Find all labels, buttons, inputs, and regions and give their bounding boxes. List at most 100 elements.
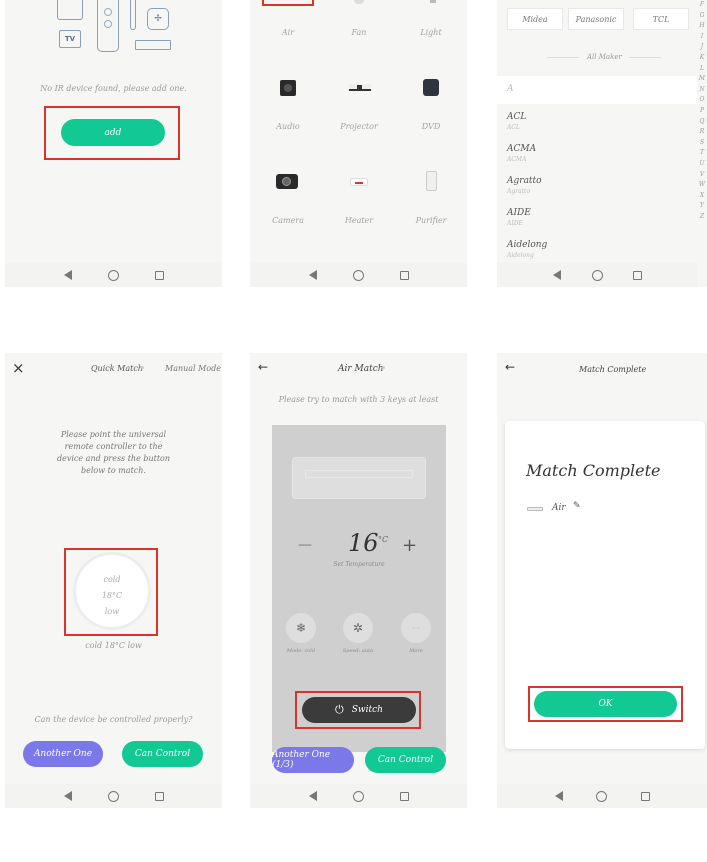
section-header: A [497, 76, 697, 104]
another-one-button[interactable]: Another One [23, 741, 103, 767]
nav-home-icon[interactable] [351, 789, 365, 803]
list-item[interactable]: Agratto Agratto [507, 176, 542, 195]
android-navbar [5, 784, 222, 808]
air-conditioner-icon [292, 457, 426, 499]
control-question: Can the device be controlled properly? [34, 715, 193, 724]
tv-icon: TV [59, 30, 81, 48]
heater-icon[interactable] [350, 178, 368, 186]
temp-minus-button[interactable]: — [298, 537, 312, 553]
circle-temp: 18°C [101, 591, 123, 600]
nav-home-icon[interactable] [106, 789, 120, 803]
nav-recent-icon[interactable] [152, 789, 166, 803]
purifier-icon[interactable] [426, 171, 437, 191]
device-label-purifier[interactable]: Purifier [401, 216, 461, 225]
list-item[interactable]: ACMA ACMA [507, 144, 536, 163]
edit-icon[interactable]: ✎ [573, 501, 581, 511]
can-control-button[interactable]: Can Control [365, 747, 446, 773]
tab-manual-mode[interactable]: Manual Mode [165, 364, 221, 373]
stick-icon [130, 0, 136, 30]
list-item[interactable]: AIDE AIDE [507, 208, 531, 227]
fan-speed-icon[interactable]: ✲ [343, 613, 373, 643]
temperature-value: 16 [348, 529, 379, 557]
nav-recent-icon[interactable] [397, 268, 411, 282]
nav-back-icon[interactable] [61, 268, 75, 282]
back-icon[interactable]: ← [258, 360, 268, 374]
nav-home-icon[interactable] [351, 268, 365, 282]
nav-back-icon[interactable] [61, 789, 75, 803]
no-device-message: No IR device found, please add one. [40, 84, 187, 93]
section-letter: A [507, 84, 514, 94]
screen-match-complete: ← Match Complete Match Complete Air ✎ OK [497, 353, 707, 808]
ok-button[interactable]: OK [534, 691, 677, 717]
switch-button[interactable]: ⏻ Switch [302, 697, 416, 723]
screen-brand-list: Midea Panasonic TCL All Maker A ACL ACL … [497, 0, 707, 287]
nav-recent-icon[interactable] [397, 789, 411, 803]
light-icon [430, 0, 436, 3]
screen-quick-match: × Quick Match Manual Mode Please point t… [5, 353, 222, 808]
speed-label: Speed: auto [342, 648, 374, 654]
tab-quick-match[interactable]: Quick Match [91, 364, 143, 373]
list-item[interactable]: ACL ACL [507, 112, 526, 131]
another-one-button[interactable]: Another One (1/3) [272, 747, 354, 773]
screen-air-match: ← Air Match Please try to match with 3 k… [250, 353, 467, 808]
device-label-light[interactable]: Light [401, 28, 461, 37]
all-maker-label: All Maker [587, 53, 622, 61]
circle-caption: cold 18°C low [85, 641, 142, 650]
back-icon[interactable]: ← [505, 360, 515, 374]
subtitle: Please try to match with 3 keys at least [278, 395, 439, 404]
mode-label: Mode: cold [286, 648, 316, 654]
nav-back-icon[interactable] [306, 789, 320, 803]
close-icon[interactable]: × [12, 359, 25, 377]
highlight-box [262, 0, 314, 6]
nav-recent-icon[interactable] [152, 268, 166, 282]
match-test-button[interactable]: cold 18°C low [73, 552, 151, 630]
temp-plus-button[interactable]: + [402, 535, 417, 556]
nav-back-icon[interactable] [550, 268, 564, 282]
device-label-camera[interactable]: Camera [258, 216, 318, 225]
card-title: Match Complete [526, 461, 661, 480]
can-control-button[interactable]: Can Control [122, 741, 203, 767]
more-icon[interactable]: ··· [401, 613, 431, 643]
nav-back-icon[interactable] [306, 268, 320, 282]
tablet-outline-icon [57, 0, 83, 20]
camera-icon[interactable] [276, 174, 298, 189]
device-label-projector[interactable]: Projector [329, 122, 389, 131]
remote-outline-icon [97, 0, 119, 52]
device-label-heater[interactable]: Heater [329, 216, 389, 225]
divider-left [547, 57, 579, 58]
nav-home-icon[interactable] [106, 268, 120, 282]
divider-right [629, 57, 661, 58]
brand-chip-midea[interactable]: Midea [507, 8, 563, 30]
list-item[interactable]: Aidelong Aidelong [507, 240, 547, 259]
dvd-icon[interactable] [423, 79, 439, 96]
brand-chip-tcl[interactable]: TCL [633, 8, 689, 30]
page-title: Match Complete [579, 365, 647, 374]
device-label-air[interactable]: Air [258, 28, 318, 37]
nav-recent-icon[interactable] [630, 268, 644, 282]
temperature-unit: °C [378, 535, 389, 544]
set-temperature-label: Set Temperature [333, 561, 385, 568]
device-label-audio[interactable]: Audio [258, 122, 318, 131]
switch-label: Switch [351, 705, 383, 715]
nav-recent-icon[interactable] [638, 789, 652, 803]
fan-device-icon: ✢ [147, 8, 169, 30]
projector-icon[interactable] [349, 84, 371, 91]
nav-back-icon[interactable] [552, 789, 566, 803]
brand-chip-panasonic[interactable]: Panasonic [568, 8, 624, 30]
fan-icon [354, 0, 364, 4]
android-navbar [250, 263, 467, 287]
circle-mode: cold [103, 575, 121, 584]
add-button[interactable]: add [61, 119, 165, 146]
device-name: Air [552, 503, 566, 513]
air-conditioner-icon [527, 507, 543, 511]
nav-home-icon[interactable] [595, 789, 609, 803]
android-navbar [497, 263, 697, 287]
screen-device-types: Air Fan Light Audio Projector DVD Camera… [250, 0, 467, 287]
snowflake-icon[interactable]: ❄ [286, 613, 316, 643]
alphabet-index[interactable]: FGH IJK LMN OPQ RST UVW XYZ [697, 0, 707, 222]
device-label-dvd[interactable]: DVD [401, 122, 461, 131]
device-label-fan[interactable]: Fan [329, 28, 389, 37]
audio-icon[interactable] [280, 80, 296, 96]
more-label: More [409, 648, 423, 654]
nav-home-icon[interactable] [590, 268, 604, 282]
